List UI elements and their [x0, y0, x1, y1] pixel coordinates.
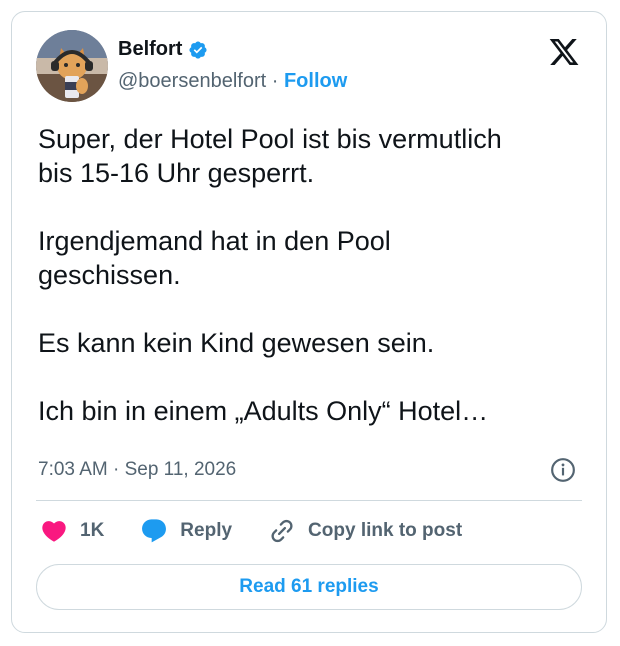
heart-icon	[42, 521, 66, 542]
author-name-row[interactable]: Belfort	[118, 38, 208, 61]
author-handle-row: @boersenbelfort · Follow	[118, 70, 347, 93]
avatar[interactable]	[36, 30, 108, 102]
copy-link-label: Copy link to post	[308, 520, 463, 541]
info-icon[interactable]	[550, 457, 576, 483]
x-logo-icon[interactable]	[548, 36, 580, 68]
link-icon	[271, 519, 293, 543]
read-replies-button[interactable]: Read 61 replies	[36, 564, 582, 610]
tweet-card: Belfort @boersenbelfort · Follow Super, …	[11, 11, 607, 633]
follow-button[interactable]: Follow	[284, 70, 347, 92]
author-name[interactable]: Belfort	[118, 38, 182, 61]
verified-badge-icon	[189, 40, 207, 59]
tweet-timestamp[interactable]: 7:03 AM · Sep 11, 2026	[38, 459, 236, 481]
like-count: 1K	[80, 520, 105, 541]
avatar-image	[36, 30, 108, 102]
action-bar: 1K Reply Copy link to post	[40, 517, 498, 545]
like-button[interactable]: 1K	[40, 517, 104, 545]
reply-button[interactable]: Reply	[140, 517, 232, 545]
separator-dot: ·	[271, 70, 279, 92]
divider	[36, 500, 582, 501]
author-handle[interactable]: @boersenbelfort	[118, 70, 266, 92]
copy-link-button[interactable]: Copy link to post	[268, 517, 462, 545]
reply-label: Reply	[180, 520, 233, 541]
reply-bubble-icon	[142, 519, 167, 543]
tweet-text: Super, der Hotel Pool ist bis vermutlich…	[38, 124, 502, 426]
